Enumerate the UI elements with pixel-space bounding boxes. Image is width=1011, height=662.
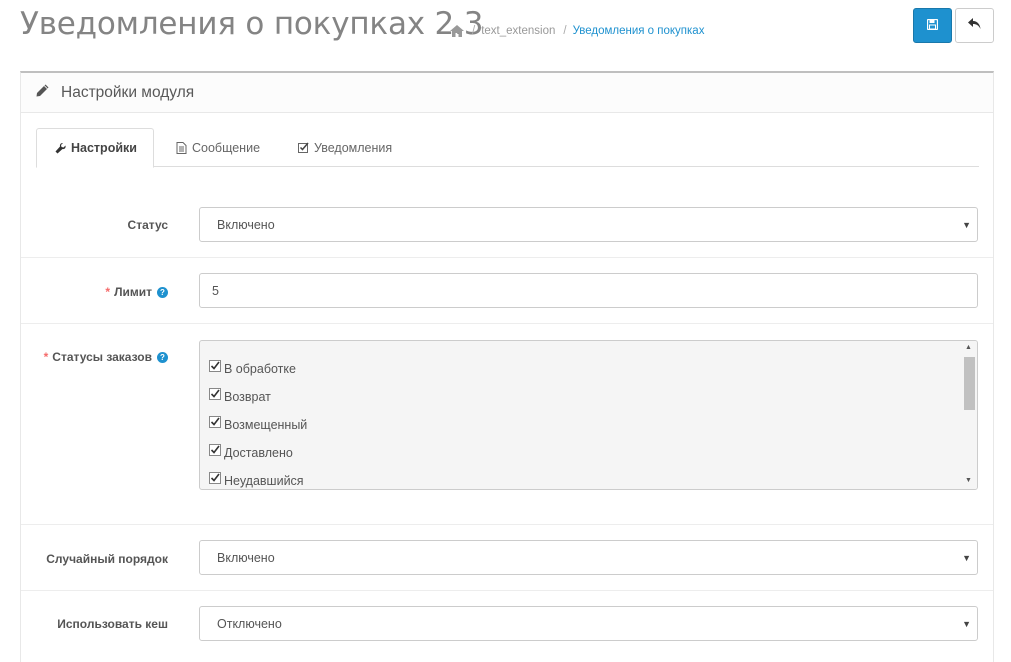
checkbox-label: Возврат — [224, 390, 271, 404]
tab-message[interactable]: Сообщение — [176, 128, 260, 167]
home-icon[interactable] — [450, 25, 464, 37]
form-row-limit: * Лимит ? 5 — [21, 257, 993, 323]
status-label: Статус — [127, 218, 168, 232]
settings-panel: Настройки модуля Настройки Сообщение Уве… — [20, 71, 994, 662]
checkbox[interactable] — [209, 444, 221, 456]
limit-label-text: Лимит — [114, 285, 152, 299]
scrollbar[interactable]: ▲ ▼ — [961, 341, 977, 489]
use-cache-value: Отключено — [217, 616, 282, 631]
checkbox-label: Возмещенный — [224, 418, 308, 432]
form-row-status: Статус Включено ▼ — [21, 191, 993, 257]
checkbox-label: В обработке — [224, 362, 296, 376]
save-button[interactable] — [913, 8, 952, 43]
help-icon[interactable]: ? — [157, 351, 168, 363]
tab-settings[interactable]: Настройки — [36, 128, 154, 168]
breadcrumb: / text_extension / Уведомления о покупка… — [450, 25, 704, 37]
checkbox[interactable] — [209, 472, 221, 484]
checkbox[interactable] — [209, 360, 221, 372]
checkbox-label: Доставлено — [224, 446, 293, 460]
limit-value: 5 — [212, 283, 219, 298]
checkbox[interactable] — [209, 388, 221, 400]
checkbox[interactable] — [209, 416, 221, 428]
panel-title: Настройки модуля — [61, 83, 195, 101]
caret-down-icon: ▼ — [962, 553, 971, 563]
save-icon — [926, 17, 939, 35]
reply-icon — [968, 17, 981, 35]
scroll-down-icon[interactable]: ▼ — [965, 477, 972, 484]
pencil-icon — [36, 84, 49, 102]
checkbox-label: Неудавшийся — [224, 474, 304, 488]
use-cache-select[interactable]: Отключено ▼ — [199, 606, 978, 641]
status-value: Включено — [217, 217, 275, 232]
check-square-icon — [298, 142, 309, 153]
tab-message-label: Сообщение — [192, 140, 261, 155]
form-row-use-cache: Использовать кеш Отключено ▼ — [21, 590, 993, 656]
checkbox-item[interactable]: Возмещенный — [209, 416, 307, 434]
tab-settings-label: Настройки — [71, 141, 137, 155]
checkbox-item[interactable]: Доставлено — [209, 444, 293, 462]
limit-input[interactable]: 5 — [199, 273, 978, 308]
back-button[interactable] — [955, 8, 994, 43]
order-statuses-checklist: В обработке Возврат Возмещенный Доставле… — [199, 340, 978, 490]
breadcrumb-item-module[interactable]: Уведомления о покупках — [573, 25, 705, 37]
panel-heading: Настройки модуля — [21, 73, 993, 113]
random-order-value: Включено — [217, 550, 275, 565]
scroll-thumb[interactable] — [964, 357, 975, 410]
tab-notifications[interactable]: Уведомления — [298, 128, 392, 167]
page-header: Уведомления о покупках 2.3 / text_extens… — [0, 0, 1011, 60]
order-statuses-label: * Статусы заказов ? — [44, 350, 168, 364]
checkbox-item[interactable]: Возврат — [209, 388, 271, 406]
status-select[interactable]: Включено ▼ — [199, 207, 978, 242]
limit-label: * Лимит ? — [105, 285, 168, 299]
caret-down-icon: ▼ — [962, 619, 971, 629]
wrench-icon — [55, 142, 66, 154]
required-marker: * — [105, 285, 111, 299]
random-order-select[interactable]: Включено ▼ — [199, 540, 978, 575]
caret-down-icon: ▼ — [962, 220, 971, 230]
order-statuses-label-text: Статусы заказов — [52, 350, 152, 364]
page-title: Уведомления о покупках 2.3 — [20, 6, 484, 42]
form-row-order-statuses: * Статусы заказов ? В обработке Возврат … — [21, 323, 993, 524]
tab-bar: Настройки Сообщение Уведомления — [36, 128, 979, 168]
scroll-up-icon[interactable]: ▲ — [965, 344, 972, 351]
help-icon[interactable]: ? — [157, 286, 168, 298]
random-order-label: Случайный порядок — [46, 552, 168, 566]
document-icon — [176, 141, 187, 154]
form-row-random-order: Случайный порядок Включено ▼ — [21, 524, 993, 590]
tab-notifications-label: Уведомления — [314, 140, 393, 155]
checkbox-item[interactable]: Неудавшийся — [209, 472, 304, 489]
checkbox-item[interactable]: В обработке — [209, 360, 296, 378]
breadcrumb-item-extension[interactable]: text_extension — [481, 25, 555, 37]
use-cache-label: Использовать кеш — [57, 617, 168, 631]
required-marker: * — [43, 350, 49, 364]
